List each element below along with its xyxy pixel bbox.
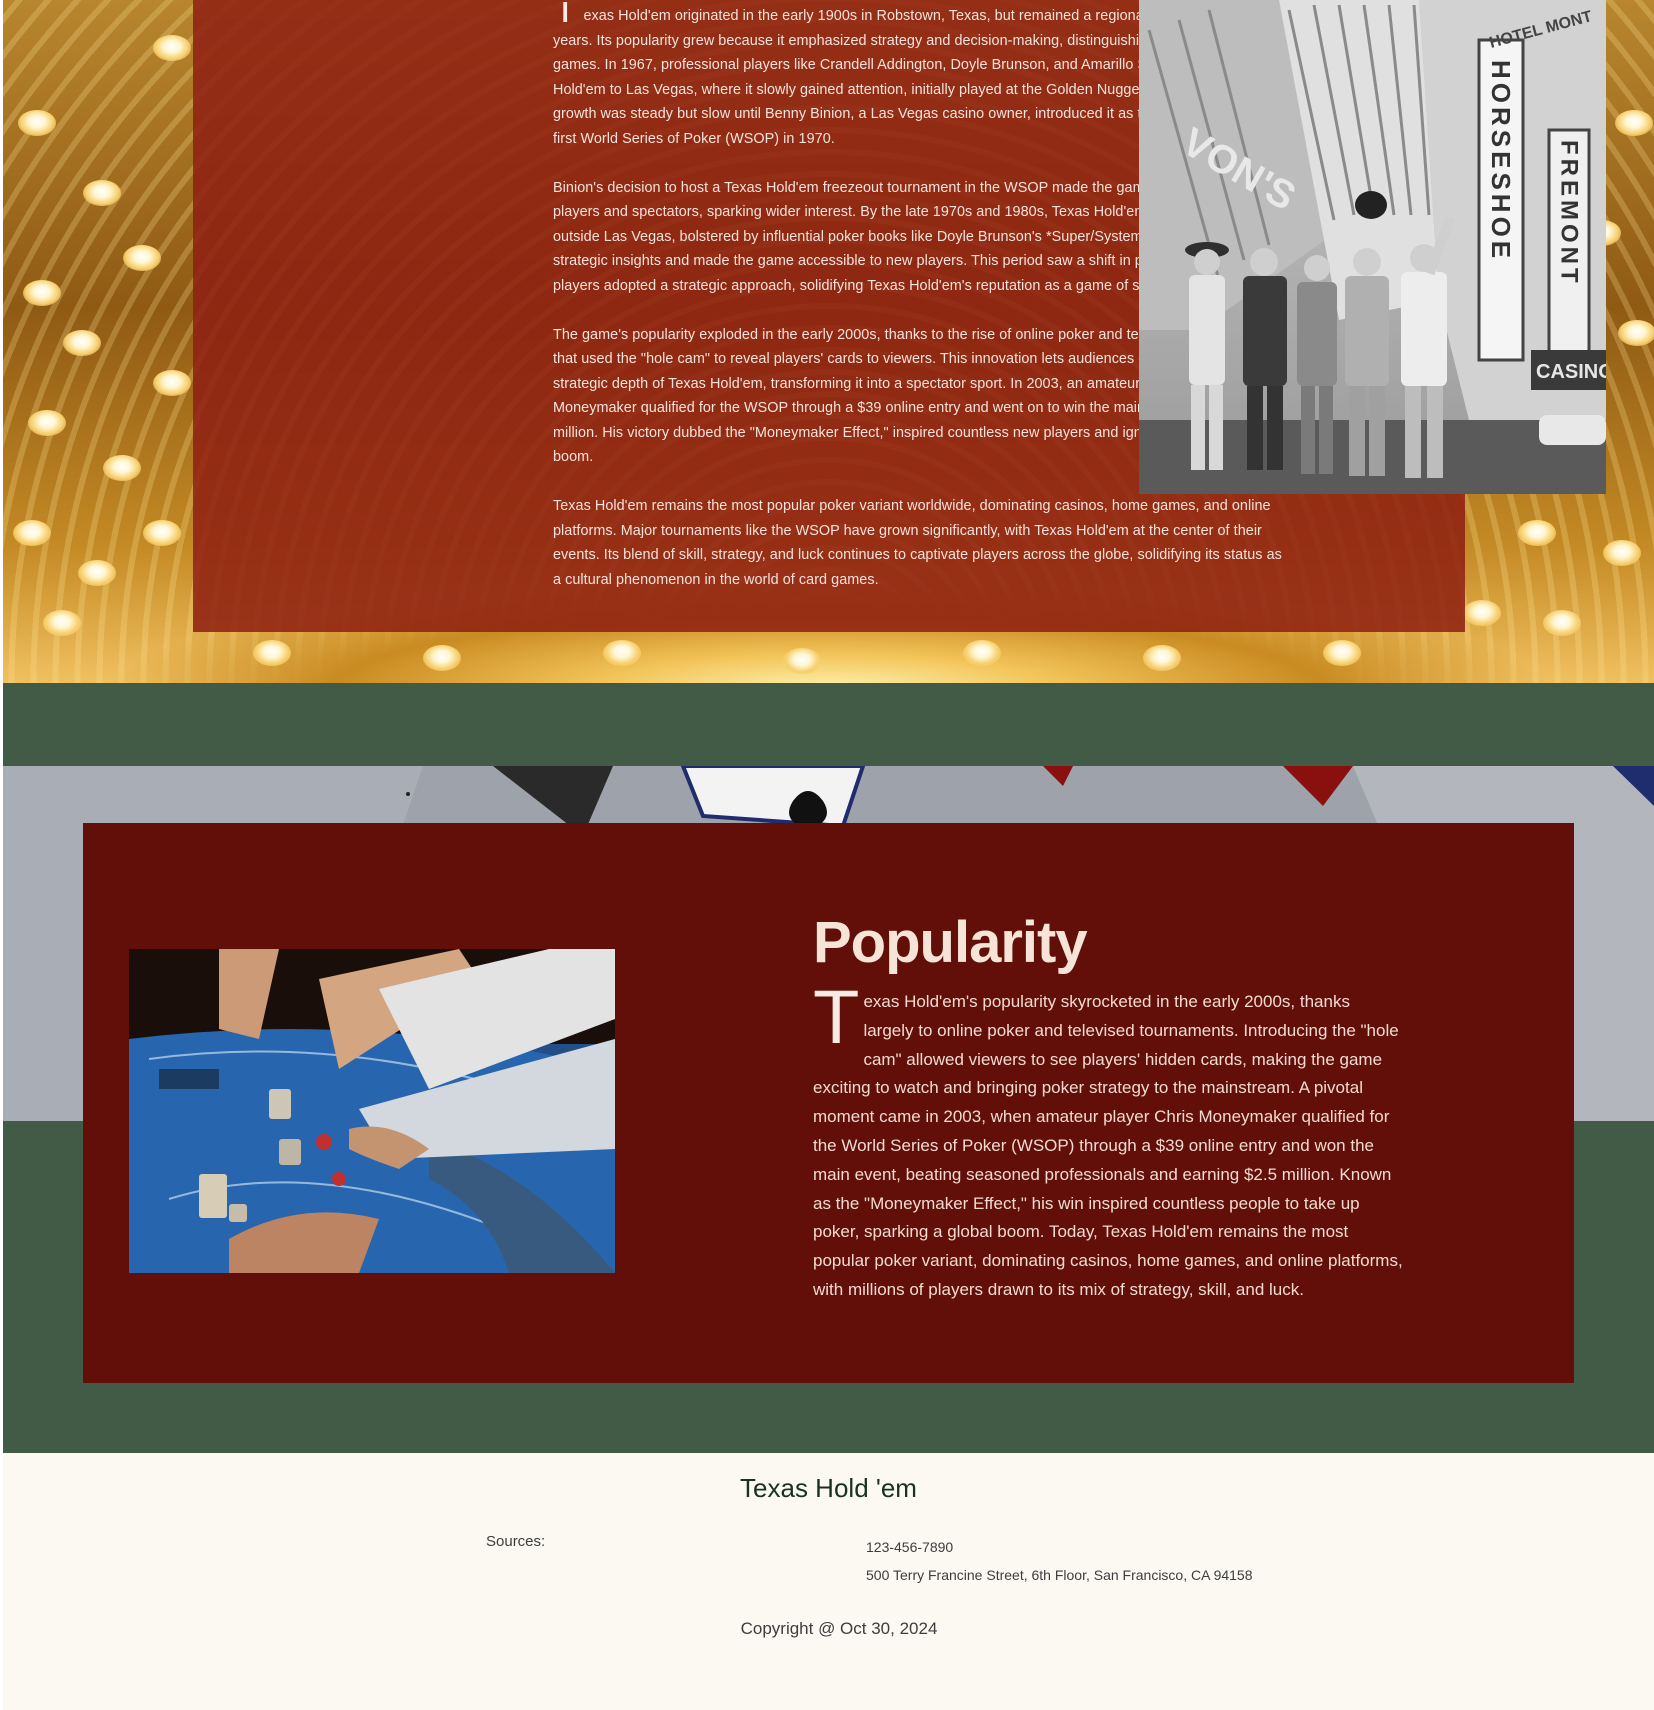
history-paragraph-4: Texas Hold'em remains the most popular p… (553, 498, 1282, 588)
popularity-section: Popularity Texas Hold'em's popularity sk… (83, 823, 1574, 1383)
green-divider-band (3, 683, 1654, 766)
popularity-body: exas Hold'em's popularity skyrocketed in… (813, 992, 1403, 1299)
horseshoe-sign: HORSESHOE (1486, 60, 1516, 262)
history-dropcap: T (553, 2, 577, 22)
poker-table-photo (129, 949, 615, 1273)
historical-players-photo: HORSESHOE FREMONT HOTEL MONT CASINO VON'… (1139, 0, 1606, 494)
footer-copyright: Copyright @ Oct 30, 2024 (740, 1619, 938, 1638)
footer-sources-label: Sources: (486, 1533, 546, 1550)
site-footer: Texas Hold 'em Sources: 123-456-7890 500… (3, 1453, 1654, 1710)
footer-address: 500 Terry Francine Street, 6th Floor, Sa… (866, 1567, 1253, 1583)
page-left-edge (0, 0, 3, 1710)
footer-site-title[interactable]: Texas Hold 'em (3, 1471, 1654, 1505)
popularity-dropcap: T (813, 975, 860, 1060)
casino-sign: CASINO (1536, 361, 1606, 383)
history-section: Texas Hold'em originated in the early 19… (3, 0, 1654, 683)
footer-phone[interactable]: 123-456-7890 (866, 1539, 953, 1555)
popularity-text: Texas Hold'em's popularity skyrocketed i… (813, 975, 1403, 1305)
fremont-sign: FREMONT (1556, 140, 1583, 287)
popularity-title: Popularity (813, 910, 1088, 975)
